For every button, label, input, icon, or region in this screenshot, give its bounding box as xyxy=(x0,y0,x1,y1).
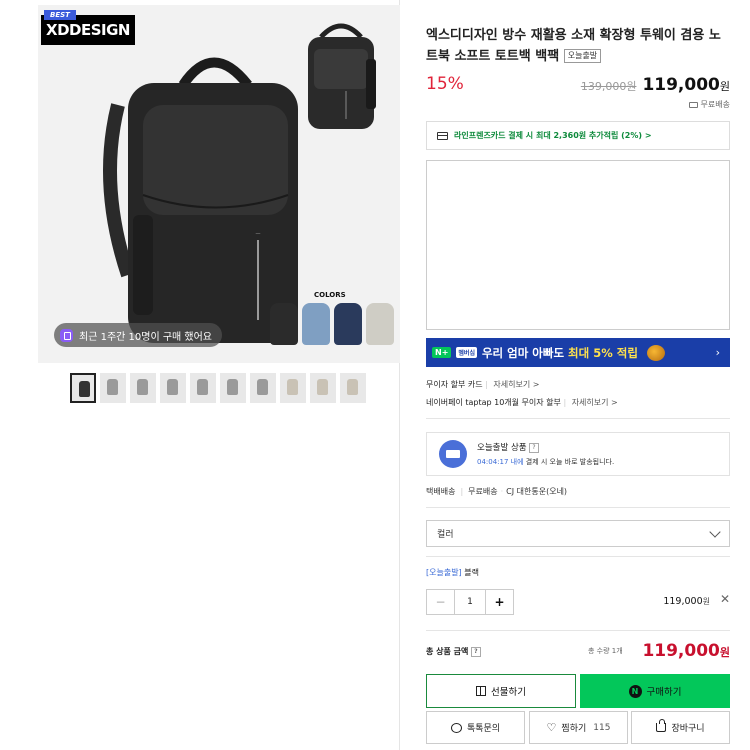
chevron-right-icon: › xyxy=(715,346,720,359)
svg-text:—: — xyxy=(256,231,261,237)
card-benefit-text: 라인프렌즈카드 결제 시 최대 2,360원 추가적립 (2%) > xyxy=(454,131,652,140)
interest-free-card-link[interactable]: 무이자 할부 카드 | 자세히보기 > xyxy=(426,379,539,390)
bag-icon xyxy=(60,328,73,342)
product-title: 엑스디디자인 방수 재활용 소재 확장형 투웨이 겸용 노트북 소프트 토트백 … xyxy=(426,28,721,64)
thumbnail-strip xyxy=(70,373,366,403)
shipping-info: 무료배송 xyxy=(688,99,730,110)
today-ship-badge: 오늘출발 xyxy=(563,49,602,63)
thumbnail[interactable] xyxy=(310,373,336,403)
swatch-navy xyxy=(334,303,362,345)
help-icon[interactable]: ? xyxy=(471,647,481,657)
thumbnail[interactable] xyxy=(220,373,246,403)
colors-label: COLORS xyxy=(314,291,346,299)
sale-price: 119,000원 xyxy=(642,75,730,95)
swatch-beige xyxy=(366,303,394,345)
total-price: 119,000원 xyxy=(642,641,730,661)
swatch-black xyxy=(270,303,298,345)
option-price: 119,000원 xyxy=(663,596,710,607)
wishlist-button[interactable]: ♡ 찜하기 115 xyxy=(529,711,628,744)
main-product-image[interactable]: BEST XDDESIGN — COLORS 최근 1주간 10명이 구매 했어… xyxy=(38,5,400,363)
wishlist-count: 115 xyxy=(593,722,611,733)
quantity-stepper: − 1 + xyxy=(426,589,514,615)
delivery-truck-icon xyxy=(439,440,467,468)
talk-inquiry-button[interactable]: 톡톡문의 xyxy=(426,711,525,744)
thumbnail[interactable] xyxy=(70,373,96,403)
ad-placeholder xyxy=(426,160,730,330)
buy-button[interactable]: N 구매하기 xyxy=(580,674,730,708)
gift-button[interactable]: 선물하기 xyxy=(426,674,576,708)
credit-card-icon xyxy=(437,131,448,140)
npay-banner-text: 우리 엄마 아빠도 최대 5% 적립 xyxy=(481,345,638,360)
thumbnail[interactable] xyxy=(100,373,126,403)
total-label: 총 상품 금액 ? xyxy=(426,646,481,657)
purchase-notice-text: 최근 1주간 10명이 구매 했어요 xyxy=(79,331,213,343)
best-tag: BEST xyxy=(44,10,76,20)
membership-label: 멤버십 xyxy=(456,347,477,358)
thumbnail[interactable] xyxy=(340,373,366,403)
shipping-method: 택배배송 | 무료배송 · CJ 대한통운(오네) xyxy=(426,487,568,496)
coins-icon xyxy=(646,344,665,361)
naver-pay-icon: N xyxy=(628,684,642,698)
heart-icon: ♡ xyxy=(546,721,557,734)
naver-plus-logo: N+ xyxy=(432,347,452,358)
product-gallery: BEST XDDESIGN — COLORS 최근 1주간 10명이 구매 했어… xyxy=(38,0,400,750)
thumbnail[interactable] xyxy=(250,373,276,403)
divider xyxy=(426,556,730,557)
remove-option-button[interactable]: ✕ xyxy=(720,592,730,606)
swatch-light-blue xyxy=(302,303,330,345)
color-swatches xyxy=(270,303,394,345)
divider xyxy=(426,418,730,419)
chevron-down-icon xyxy=(709,525,721,538)
chat-bubble-icon xyxy=(450,722,462,733)
help-icon[interactable]: ? xyxy=(529,443,539,453)
taptap-installment-link[interactable]: 네이버페이 taptap 10개월 무이자 할부 | 자세히보기 > xyxy=(426,397,618,408)
quantity-decrease-button[interactable]: − xyxy=(427,590,455,614)
shopping-bag-icon xyxy=(656,719,667,732)
discount-rate: 15% xyxy=(426,74,464,94)
divider xyxy=(426,630,730,631)
quantity-increase-button[interactable]: + xyxy=(485,590,513,614)
today-delivery-title: 오늘출발 상품 ? xyxy=(477,441,614,453)
gift-icon xyxy=(476,686,487,696)
total-quantity: 총 수량 1개 xyxy=(588,647,623,655)
thumbnail[interactable] xyxy=(160,373,186,403)
cart-button[interactable]: 장바구니 xyxy=(631,711,730,744)
npay-membership-banner[interactable]: N+ 멤버십 우리 엄마 아빠도 최대 5% 적립 › xyxy=(426,338,730,367)
today-delivery-countdown: 04:04:17 내에 결제 시 오늘 바로 발송됩니다. xyxy=(477,458,615,466)
thumbnail[interactable] xyxy=(190,373,216,403)
purchase-notice-pill: 최근 1주간 10명이 구매 했어요 xyxy=(54,323,223,347)
truck-icon xyxy=(688,101,698,108)
selected-option-name: [오늘출발] 블랙 xyxy=(426,568,479,577)
thumbnail[interactable] xyxy=(280,373,306,403)
original-price: 139,000원 xyxy=(580,80,637,93)
thumbnail[interactable] xyxy=(130,373,156,403)
backpack-main-image: — xyxy=(103,57,298,343)
price-row: 139,000원 119,000원 xyxy=(581,75,730,95)
color-option-select[interactable]: 컬러 xyxy=(426,520,730,547)
card-benefit-banner[interactable]: 라인프렌즈카드 결제 시 최대 2,360원 추가적립 (2%) > xyxy=(426,121,730,150)
today-delivery-box: 오늘출발 상품 ? 04:04:17 내에 결제 시 오늘 바로 발송됩니다. xyxy=(426,432,730,476)
divider xyxy=(426,507,730,508)
quantity-value[interactable]: 1 xyxy=(455,590,485,614)
